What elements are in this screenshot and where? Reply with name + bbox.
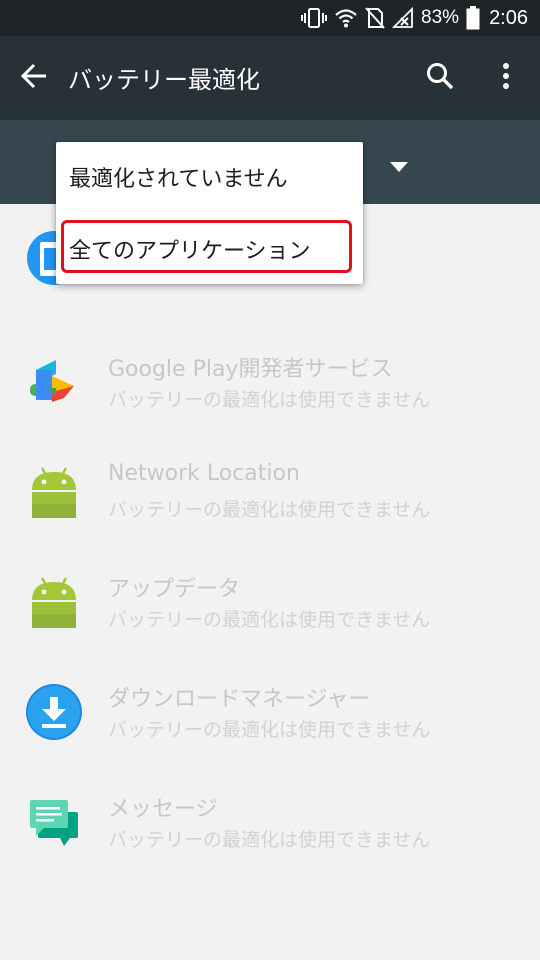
- wifi-icon: [334, 7, 358, 29]
- android-icon: [26, 574, 82, 630]
- page-title: バッテリー最適化: [68, 66, 260, 94]
- app-list: Google Play開発者サービス バッテリーの最適化は使用できません Net…: [0, 204, 540, 960]
- status-icons: 83% 2:06: [301, 0, 528, 36]
- app-status: バッテリーの最適化は使用できません: [108, 609, 431, 631]
- more-vert-icon: [502, 62, 510, 94]
- back-button[interactable]: [14, 58, 54, 98]
- search-icon: [425, 61, 455, 95]
- clock: 2:06: [489, 6, 528, 29]
- list-item[interactable]: ダウンロードマネージャー バッテリーの最適化は使用できません: [0, 657, 540, 767]
- vibrate-icon: [301, 7, 328, 29]
- more-options-button[interactable]: [488, 58, 524, 98]
- download-icon: [26, 684, 82, 740]
- list-item[interactable]: アップデータ バッテリーの最適化は使用できません: [0, 547, 540, 657]
- app-status: バッテリーの最適化は使用できません: [108, 829, 431, 851]
- back-arrow-icon: [20, 62, 48, 94]
- app-name: Google Play開発者サービス: [108, 357, 393, 382]
- no-sim-icon: [365, 7, 385, 29]
- battery-percentage: 83%: [421, 7, 460, 28]
- list-item[interactable]: Network Location バッテリーの最適化は使用できません: [0, 437, 540, 547]
- app-name: アップデータ: [108, 577, 241, 602]
- search-button[interactable]: [420, 58, 460, 98]
- menu-item-all-apps[interactable]: 全てのアプリケーション: [56, 214, 363, 284]
- app-status: バッテリーの最適化は使用できません: [108, 389, 431, 411]
- app-name: Network Location: [108, 461, 300, 486]
- menu-item-not-optimized[interactable]: 最適化されていません: [56, 142, 363, 212]
- battery-icon: [466, 6, 480, 30]
- status-bar: 83% 2:06: [0, 0, 540, 36]
- dropdown-arrow-icon[interactable]: [390, 157, 408, 176]
- list-item[interactable]: Google Play開発者サービス バッテリーの最適化は使用できません: [0, 327, 540, 437]
- app-status: バッテリーの最適化は使用できません: [108, 499, 431, 521]
- toolbar: バッテリー最適化: [0, 36, 540, 120]
- google-play-services-icon: [26, 354, 82, 410]
- app-name: メッセージ: [108, 797, 218, 822]
- app-name: ダウンロードマネージャー: [108, 687, 371, 712]
- filter-dropdown-menu: 最適化されていません 全てのアプリケーション: [56, 142, 363, 284]
- android-icon: [26, 464, 82, 520]
- messages-icon: [26, 794, 82, 850]
- list-item[interactable]: メッセージ バッテリーの最適化は使用できません: [0, 767, 540, 877]
- no-signal-icon: [392, 7, 414, 29]
- app-status: バッテリーの最適化は使用できません: [108, 719, 431, 741]
